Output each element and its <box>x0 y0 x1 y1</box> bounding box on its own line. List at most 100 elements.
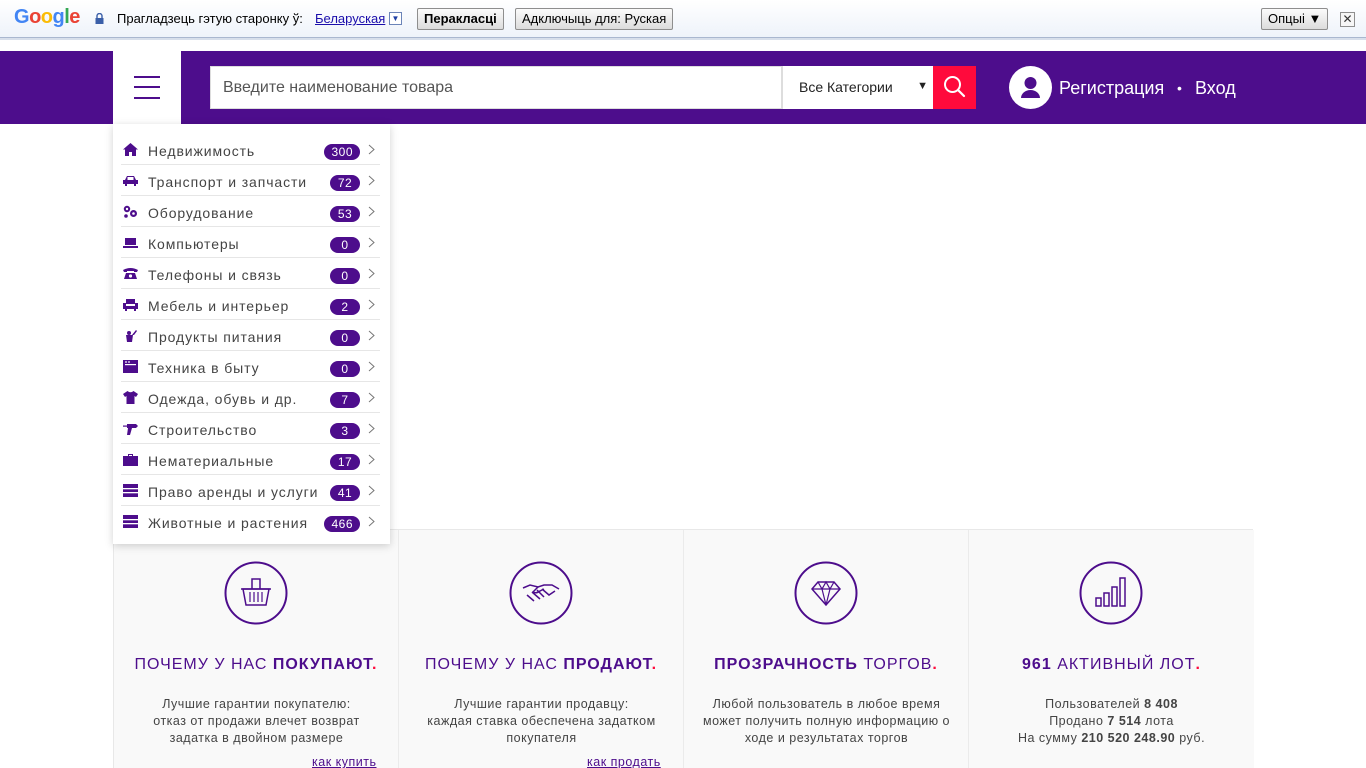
feature-title-bold: покупают <box>272 656 373 673</box>
tshirt-icon <box>123 391 138 404</box>
feature-title-dot: . <box>372 656 378 673</box>
feature-description-line: ходе и результатах торгов <box>744 731 909 745</box>
chevron-right-icon <box>368 330 375 341</box>
options-button[interactable]: Опцыі ▼ <box>1261 8 1329 30</box>
category-item-appliances[interactable]: Техника в быту 0 <box>121 351 380 382</box>
search-button[interactable] <box>933 66 976 109</box>
feature-title-bold: Прозрачность <box>714 656 858 673</box>
stat-label: Продано <box>1049 714 1104 728</box>
hamburger-line <box>134 86 160 88</box>
stat-value: 8 408 <box>1144 697 1178 711</box>
chevron-right-icon <box>368 392 375 403</box>
document-icon <box>123 515 138 528</box>
chevron-right-icon <box>368 237 375 248</box>
feature-active-lots: 961 активный лот. Пользователей 8 408 Пр… <box>969 530 1254 768</box>
category-item-computers[interactable]: Компьютеры 0 <box>121 227 380 258</box>
translate-button[interactable]: Перакласці <box>417 8 504 30</box>
category-item-lease-services[interactable]: Право аренды и услуги 41 <box>121 475 380 506</box>
feature-title-bold: продают <box>563 656 652 673</box>
diamond-icon <box>794 561 858 625</box>
gears-icon <box>123 205 137 218</box>
category-count-badge: 0 <box>330 361 360 377</box>
feature-description-line: каждая ставка обеспечена задатком <box>427 714 656 728</box>
menu-toggle-button[interactable] <box>113 51 181 124</box>
feature-title-dot: . <box>1195 656 1201 673</box>
stat-total-sum: На сумму 210 520 248.90 руб. <box>979 730 1244 747</box>
food-icon <box>126 330 137 342</box>
feature-buy: Почему у нас покупают. Лучшие гарантии п… <box>114 530 399 768</box>
feature-title: Почему у нас продают. <box>399 656 683 674</box>
chevron-right-icon <box>368 516 375 527</box>
category-count-badge: 41 <box>330 485 360 501</box>
feature-description-line: задатка в двойном размере <box>169 731 344 745</box>
feature-description: Любой пользователь в любое время может п… <box>694 696 959 747</box>
armchair-icon <box>123 299 138 311</box>
category-label: Одежда, обувь и др. <box>148 391 298 407</box>
category-item-real-estate[interactable]: Недвижимость 300 <box>121 134 380 165</box>
category-count-badge: 466 <box>324 516 360 532</box>
register-link[interactable]: Регистрация <box>1059 78 1164 99</box>
category-count-badge: 0 <box>330 237 360 253</box>
category-count-badge: 17 <box>330 454 360 470</box>
feature-title: 961 активный лот. <box>969 656 1254 674</box>
category-label: Продукты питания <box>148 329 283 345</box>
category-count-badge: 0 <box>330 330 360 346</box>
chevron-right-icon <box>368 423 375 434</box>
site-header: Все Категории ▼ Регистрация • Вход <box>0 51 1366 124</box>
how-to-buy-link[interactable]: как купить <box>312 755 377 768</box>
stat-sold: Продано 7 514 лота <box>979 713 1244 730</box>
category-count-badge: 53 <box>330 206 360 222</box>
category-label: Животные и растения <box>148 515 308 531</box>
category-item-animals-plants[interactable]: Животные и растения 466 <box>121 506 380 537</box>
language-dropdown-icon[interactable]: ▼ <box>389 12 402 25</box>
feature-description-line: может получить полную информацию о <box>703 714 950 728</box>
category-item-phones[interactable]: Телефоны и связь 0 <box>121 258 380 289</box>
category-label: Оборудование <box>148 205 255 221</box>
category-item-clothing[interactable]: Одежда, обувь и др. 7 <box>121 382 380 413</box>
disable-translate-button[interactable]: Адключыць для: Руская <box>515 8 674 30</box>
user-avatar-icon[interactable] <box>1009 66 1052 109</box>
feature-title-light: активный лот <box>1057 656 1196 673</box>
feature-sell: Почему у нас продают. Лучшие гарантии пр… <box>399 530 684 768</box>
phone-icon <box>123 268 138 279</box>
category-item-construction[interactable]: Строительство 3 <box>121 413 380 444</box>
category-select[interactable]: Все Категории ▼ <box>782 66 933 109</box>
login-link[interactable]: Вход <box>1195 78 1236 99</box>
drill-icon <box>123 424 138 435</box>
category-label: Право аренды и услуги <box>148 484 319 500</box>
target-language-link[interactable]: Беларуская <box>315 11 385 26</box>
chevron-right-icon <box>368 361 375 372</box>
house-icon <box>123 143 138 156</box>
feature-title-light: Почему у нас <box>424 656 558 673</box>
hamburger-line <box>134 97 160 99</box>
category-item-intangible[interactable]: Нематериальные 17 <box>121 444 380 475</box>
handshake-icon <box>509 561 573 625</box>
chevron-right-icon <box>368 144 375 155</box>
translate-bar-shadow <box>0 38 1366 40</box>
feature-title: Почему у нас покупают. <box>114 656 398 674</box>
stat-users: Пользователей 8 408 <box>979 696 1244 713</box>
feature-title-light: торгов <box>863 656 933 673</box>
close-icon[interactable]: ✕ <box>1340 12 1355 27</box>
document-icon <box>123 484 138 497</box>
category-label: Транспорт и запчасти <box>148 174 308 190</box>
category-item-furniture[interactable]: Мебель и интерьер 2 <box>121 289 380 320</box>
chevron-right-icon <box>368 268 375 279</box>
feature-description-line: Любой пользователь в любое время <box>712 697 941 711</box>
category-item-equipment[interactable]: Оборудование 53 <box>121 196 380 227</box>
feature-description: Лучшие гарантии продавцу: каждая ставка … <box>409 696 674 747</box>
category-menu: Недвижимость 300 Транспорт и запчасти 72… <box>113 124 390 544</box>
stat-value: 210 520 248.90 <box>1081 731 1176 745</box>
category-label: Телефоны и связь <box>148 267 282 283</box>
briefcase-icon <box>123 454 138 466</box>
feature-description: Лучшие гарантии покупателю: отказ от про… <box>124 696 389 747</box>
hamburger-line <box>134 76 160 78</box>
category-item-food[interactable]: Продукты питания 0 <box>121 320 380 351</box>
category-count-badge: 72 <box>330 175 360 191</box>
search-input[interactable] <box>210 66 782 109</box>
category-label: Компьютеры <box>148 236 240 252</box>
category-item-transport[interactable]: Транспорт и запчасти 72 <box>121 165 380 196</box>
chevron-right-icon <box>368 485 375 496</box>
category-select-value: Все Категории <box>799 79 893 95</box>
how-to-sell-link[interactable]: как продать <box>587 755 661 768</box>
